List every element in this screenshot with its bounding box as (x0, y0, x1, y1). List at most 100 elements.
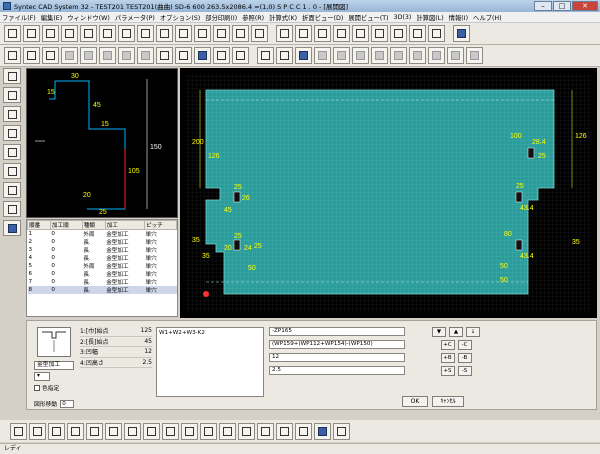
shape-tab-button[interactable] (80, 25, 97, 42)
col-pitch[interactable]: ピッチ (144, 220, 177, 230)
shape-hole-button[interactable] (99, 25, 116, 42)
edit-a-button[interactable] (257, 47, 274, 64)
bottom-tool-2[interactable] (29, 422, 46, 440)
table-row[interactable]: 6 0 長. 金型加工 単穴 (28, 270, 177, 278)
shape-corner-button[interactable] (23, 25, 40, 42)
menu-option[interactable]: オプション(S) (160, 13, 200, 22)
bottom-tool-3[interactable] (48, 422, 65, 440)
side-tool-8[interactable] (3, 201, 21, 217)
side-tool-2[interactable] (3, 87, 21, 103)
menu-edit[interactable]: 編集(E) (41, 13, 63, 22)
bottom-tool-13[interactable] (238, 422, 255, 440)
menu-unfold-view[interactable]: 展開ビュー(T) (348, 13, 388, 22)
bottom-tool-14[interactable] (257, 422, 274, 440)
move-input[interactable]: 0 (60, 399, 75, 408)
bottom-tool-15[interactable] (276, 422, 293, 440)
layer-button[interactable] (156, 47, 173, 64)
menu-formula[interactable]: 計算式(K) (269, 13, 297, 22)
menu-parameter[interactable]: パラメータ(P) (115, 13, 155, 22)
col-process-order[interactable]: 加工順 (49, 220, 83, 230)
col-type[interactable]: 種類 (81, 220, 106, 230)
bottom-tool-8[interactable] (143, 422, 160, 440)
ok-button[interactable]: OK (402, 396, 428, 407)
expression-field[interactable]: -ZP165 (269, 327, 405, 336)
image-button[interactable] (232, 47, 249, 64)
shape-square-button[interactable] (137, 25, 154, 42)
process-combo[interactable]: 金型加工 (34, 361, 74, 370)
bottom-tool-7[interactable] (124, 422, 141, 440)
side-tool-9[interactable] (3, 220, 21, 236)
menu-reference[interactable]: 参照(R) (242, 13, 264, 22)
sub-combo[interactable]: ▾ (34, 372, 50, 381)
menu-fold-view[interactable]: 折面ビュー(D) (302, 13, 343, 22)
shape-rect-button[interactable] (4, 25, 21, 42)
side-tool-5[interactable] (3, 144, 21, 160)
shape-pin-button[interactable] (251, 25, 268, 42)
bottom-tool-11[interactable] (200, 422, 217, 440)
param-row[interactable]: 3:凹幅 12 (80, 347, 152, 358)
shape-slot-button[interactable] (118, 25, 135, 42)
grid-button[interactable] (175, 47, 192, 64)
ref-button[interactable] (295, 47, 312, 64)
color-checkbox[interactable]: 色指定 (34, 383, 59, 392)
side-tool-1[interactable] (3, 68, 21, 84)
fold-preview[interactable]: 30 15 45 15 150 105 25 20 (26, 68, 178, 218)
cancel-button[interactable]: ｷｬﾝｾﾙ (432, 396, 464, 407)
save-button[interactable] (453, 25, 470, 42)
shape-round-button[interactable] (213, 25, 230, 42)
plus-c-button[interactable]: +C (440, 340, 455, 350)
bottom-tool-1[interactable] (10, 422, 27, 440)
shape-box-button[interactable] (276, 25, 293, 42)
maximize-button[interactable]: □ (553, 1, 571, 11)
bottom-tool-10[interactable] (181, 422, 198, 440)
menu-window[interactable]: ウィンドウ(W) (67, 13, 110, 22)
plus-s-button[interactable]: +S (440, 366, 455, 376)
col-process[interactable]: 加工 (104, 220, 146, 230)
side-tool-4[interactable] (3, 125, 21, 141)
shape-chamfer-button[interactable] (194, 25, 211, 42)
minus-b-button[interactable]: -B (457, 353, 472, 363)
shape-cut-button[interactable] (175, 25, 192, 42)
minus-s-button[interactable]: -S (457, 366, 472, 376)
menu-3d[interactable]: 3D(3) (394, 14, 412, 21)
expression-field[interactable]: 12 (269, 353, 405, 362)
table-row[interactable]: 7 0 長. 金型加工 単穴 (28, 278, 177, 286)
shape-double-button[interactable] (314, 25, 331, 42)
arrow-down-button[interactable]: ↓ (466, 327, 480, 337)
open-button[interactable] (42, 47, 59, 64)
shape-channel-button[interactable] (409, 25, 426, 42)
shape-flange-button[interactable] (333, 25, 350, 42)
menu-print[interactable]: 部分印刷(I) (205, 13, 237, 22)
zoom-fit-button[interactable] (213, 47, 230, 64)
shape-stair-button[interactable] (428, 25, 445, 42)
plus-b-button[interactable]: +B (440, 353, 455, 363)
formula-box[interactable]: W1+W2+W3-K2 (156, 327, 264, 397)
edit-b-button[interactable] (276, 47, 293, 64)
menu-file[interactable]: ファイル(F) (2, 13, 36, 22)
menu-help[interactable]: ヘルプ(H) (473, 13, 502, 22)
menu-calc[interactable]: 計算図(L) (416, 13, 443, 22)
table-row[interactable]: 2 0 長. 金型加工 単穴 (28, 238, 177, 246)
table-row-selected[interactable]: 8 0 長. 金型加工 単穴 (27, 286, 177, 294)
bottom-tool-5[interactable] (86, 422, 103, 440)
expression-field[interactable]: 2.5 (269, 366, 405, 375)
bottom-tool-6[interactable] (105, 422, 122, 440)
bottom-tool-17[interactable] (314, 422, 331, 440)
expression-field[interactable]: (WP159+(WP112+WP154)-(WP150) (269, 340, 405, 349)
down-button[interactable]: ▼ (432, 327, 446, 337)
table-row[interactable]: 5 0 外周 金型加工 単穴 (28, 262, 177, 270)
minimize-button[interactable]: – (534, 1, 552, 11)
side-tool-3[interactable] (3, 106, 21, 122)
bottom-tool-4[interactable] (67, 422, 84, 440)
shape-notch-button[interactable] (42, 25, 59, 42)
view-fold-button[interactable] (4, 47, 21, 64)
param-row[interactable]: 4:凹高さ 2.5 (80, 358, 152, 368)
dimension-button[interactable] (194, 47, 211, 64)
table-row[interactable]: 1 0 外周 金型加工 単穴 (28, 230, 177, 238)
side-tool-6[interactable] (3, 163, 21, 179)
bottom-tool-9[interactable] (162, 422, 179, 440)
up-button[interactable]: ▲ (449, 327, 463, 337)
param-row[interactable]: 2:[長]始点 45 (80, 337, 152, 347)
shape-step-button[interactable] (390, 25, 407, 42)
col-order[interactable]: 順番 (27, 220, 51, 230)
